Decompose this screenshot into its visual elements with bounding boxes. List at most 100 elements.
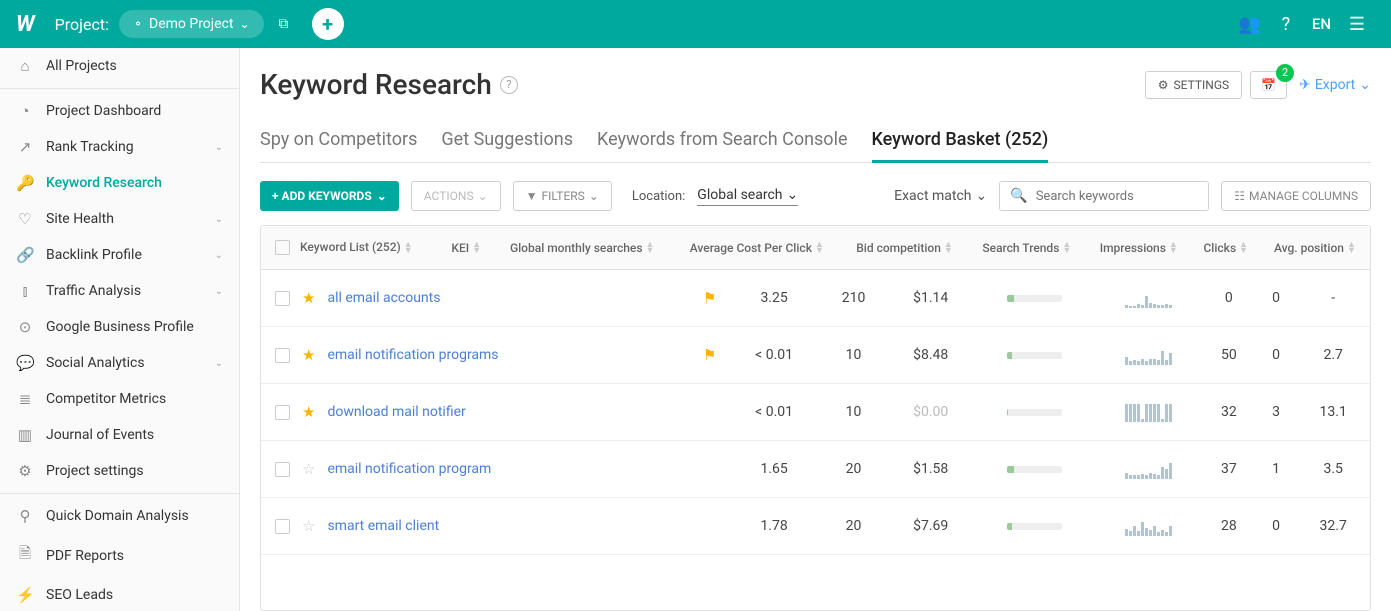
- star-icon[interactable]: ★: [302, 289, 315, 307]
- page-help-icon[interactable]: ?: [500, 76, 518, 94]
- column-header[interactable]: Global monthly searches▲▼: [492, 226, 672, 270]
- add-project-button[interactable]: +: [312, 8, 344, 40]
- sidebar-item[interactable]: ◔Project Dashboard: [0, 93, 239, 129]
- sidebar-item[interactable]: ⚲Quick Domain Analysis: [0, 498, 239, 534]
- sidebar-item[interactable]: 🔗Backlink Profile⌄: [0, 237, 239, 273]
- flag-icon[interactable]: ⚑: [703, 346, 716, 364]
- cell: 20: [820, 441, 887, 498]
- actions-button[interactable]: ACTIONS ⌄: [411, 181, 501, 211]
- sidebar-item[interactable]: ⚡SEO Leads: [0, 577, 239, 611]
- filters-button[interactable]: ▼ FILTERS ⌄: [513, 181, 612, 211]
- column-header[interactable]: Impressions▲▼: [1086, 226, 1192, 270]
- calendar-button[interactable]: 📅 2: [1250, 71, 1287, 99]
- sidebar-item[interactable]: ⊙Google Business Profile: [0, 309, 239, 345]
- column-header[interactable]: KEI▲▼: [441, 226, 492, 270]
- column-header[interactable]: Clicks▲▼: [1192, 226, 1260, 270]
- competition-cell: [974, 270, 1095, 327]
- sidebar-item[interactable]: 🔑Keyword Research: [0, 165, 239, 201]
- flag-icon[interactable]: ⚑: [703, 289, 716, 307]
- sidebar-item[interactable]: ↗Rank Tracking⌄: [0, 129, 239, 165]
- tab[interactable]: Spy on Competitors: [260, 119, 417, 163]
- search-keywords[interactable]: 🔍: [999, 181, 1209, 211]
- location-label: Location:: [632, 189, 685, 204]
- cell: 1.65: [728, 441, 820, 498]
- chevron-down-icon: ⌄: [478, 189, 488, 203]
- star-icon[interactable]: ☆: [302, 460, 315, 478]
- sidebar-icon: ▥: [16, 426, 34, 444]
- sidebar-item[interactable]: ⌂All Projects: [0, 48, 239, 84]
- sort-icon: ▲▼: [646, 242, 655, 254]
- column-header[interactable]: Average Cost Per Click▲▼: [672, 226, 841, 270]
- sidebar-item[interactable]: ⚙Project settings: [0, 453, 239, 489]
- cell: 1.78: [728, 498, 820, 555]
- tabs: Spy on Competitors Get Suggestions Keyword…: [260, 119, 1371, 163]
- row-checkbox[interactable]: [275, 348, 290, 363]
- row-checkbox[interactable]: [275, 405, 290, 420]
- cell: 0: [1256, 498, 1297, 555]
- star-icon[interactable]: ★: [302, 346, 315, 364]
- sidebar-icon: 🗎: [16, 543, 34, 568]
- chevron-down-icon: ⌄: [1359, 77, 1371, 93]
- table-row: ★email notification programs⚑< 0.0110$8.…: [261, 327, 1370, 384]
- sidebar-item[interactable]: 🗎PDF Reports: [0, 534, 239, 577]
- sidebar-icon: 🔑: [16, 174, 34, 192]
- sidebar-label: Traffic Analysis: [46, 283, 141, 299]
- tab[interactable]: Keyword Basket (252): [872, 119, 1049, 163]
- chevron-down-icon: ⌄: [589, 189, 599, 203]
- manage-columns-button[interactable]: ☷ MANAGE COLUMNS: [1221, 181, 1371, 211]
- cell: $7.69: [887, 498, 974, 555]
- sidebar-icon: ↗: [16, 138, 34, 156]
- row-checkbox[interactable]: [275, 462, 290, 477]
- keyword-link[interactable]: all email accounts: [327, 290, 440, 306]
- sidebar-label: Project settings: [46, 463, 144, 479]
- trend-cell: [1095, 270, 1202, 327]
- cell: $8.48: [887, 327, 974, 384]
- project-selector[interactable]: ⚬ Demo Project ⌄: [119, 10, 264, 38]
- sidebar-item[interactable]: ⫾Traffic Analysis⌄: [0, 273, 239, 309]
- open-external-icon[interactable]: ⧉: [272, 12, 296, 36]
- location-selector[interactable]: Global search ⌄: [697, 187, 798, 206]
- star-icon[interactable]: ☆: [302, 517, 315, 535]
- language-selector[interactable]: EN: [1304, 15, 1339, 33]
- sidebar-label: Competitor Metrics: [46, 391, 166, 407]
- table-row: ☆smart email client1.7820$7.6928032.7: [261, 498, 1370, 555]
- column-header[interactable]: Keyword List (252)▲▼: [261, 226, 441, 270]
- keyword-link[interactable]: download mail notifier: [327, 404, 465, 420]
- column-header[interactable]: Bid competition▲▼: [841, 226, 968, 270]
- help-icon[interactable]: ?: [1268, 6, 1304, 42]
- column-header[interactable]: Search Trends▲▼: [968, 226, 1086, 270]
- users-icon[interactable]: 👥: [1232, 6, 1268, 42]
- keyword-link[interactable]: email notification programs: [327, 347, 498, 363]
- keyword-link[interactable]: smart email client: [327, 518, 439, 534]
- row-checkbox[interactable]: [275, 291, 290, 306]
- sidebar-item[interactable]: ≣ Competitor Metrics: [0, 381, 239, 417]
- sort-icon: ▲▼: [1169, 242, 1178, 254]
- menu-icon[interactable]: ☰: [1339, 6, 1375, 42]
- match-selector[interactable]: Exact match ⌄: [894, 188, 987, 204]
- cell: 20: [820, 498, 887, 555]
- tab[interactable]: Keywords from Search Console: [597, 119, 848, 163]
- sidebar-item[interactable]: ▥Journal of Events: [0, 417, 239, 453]
- sidebar-icon: ⚡: [16, 586, 34, 604]
- cell: 1: [1256, 441, 1297, 498]
- logo: W: [16, 12, 35, 37]
- chevron-down-icon: ⌄: [215, 250, 223, 261]
- add-keywords-button[interactable]: + ADD KEYWORDS ⌄: [260, 181, 399, 211]
- row-checkbox[interactable]: [275, 519, 290, 534]
- export-button[interactable]: ✈ Export ⌄: [1299, 77, 1371, 93]
- sidebar-item[interactable]: 💬Social Analytics⌄: [0, 345, 239, 381]
- project-name: Demo Project: [149, 16, 233, 32]
- star-icon[interactable]: ★: [302, 403, 315, 421]
- trend-cell: [1095, 498, 1202, 555]
- select-all-checkbox[interactable]: [275, 240, 290, 255]
- table-row: ☆email notification program1.6520$1.5837…: [261, 441, 1370, 498]
- chevron-down-icon: ⌄: [787, 187, 799, 203]
- tab[interactable]: Get Suggestions: [441, 119, 573, 163]
- sidebar-item[interactable]: ♡Site Health⌄: [0, 201, 239, 237]
- sidebar-icon: ≣: [16, 390, 34, 408]
- column-header[interactable]: Avg. position▲▼: [1260, 226, 1370, 270]
- search-input[interactable]: [1036, 189, 1202, 204]
- keyword-link[interactable]: email notification program: [327, 461, 491, 477]
- settings-button[interactable]: ⚙ SETTINGS: [1145, 71, 1242, 99]
- columns-icon: ☷: [1234, 189, 1245, 203]
